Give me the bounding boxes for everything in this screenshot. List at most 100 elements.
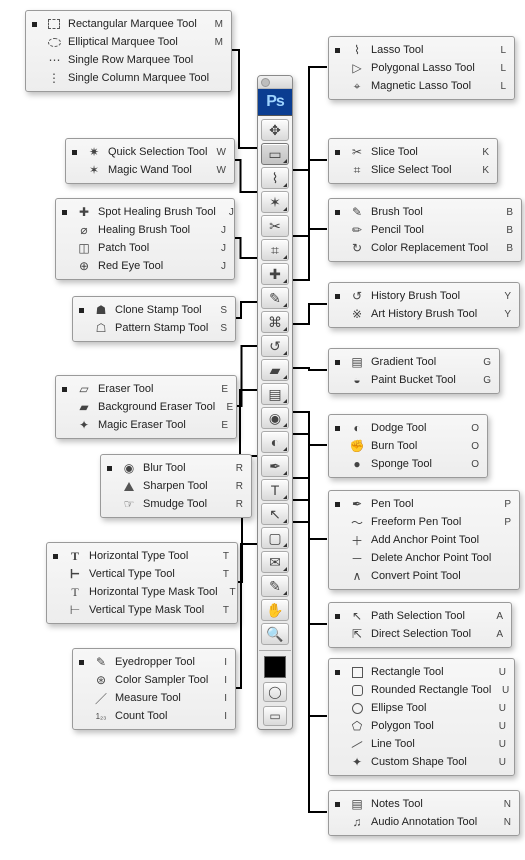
tool-item[interactable]: ◫Patch ToolJ [60, 239, 228, 257]
flyout-blur: ◉Blur ToolRSharpen ToolR☞Smudge ToolR [100, 454, 252, 518]
flyout-gradient: ▤Gradient ToolG◒Paint Bucket ToolG [328, 348, 500, 394]
tool-item[interactable]: ✚Spot Healing Brush ToolJ [60, 203, 228, 221]
tool-item[interactable]: ☞Smudge ToolR [105, 495, 245, 513]
tool-item[interactable]: ✦Magic Eraser ToolE [60, 416, 230, 434]
tool-item[interactable]: ⋯Single Row Marquee Tool [30, 51, 225, 69]
tool-item[interactable]: ～Freeform Pen ToolP [333, 513, 513, 531]
tool-item[interactable]: Ellipse ToolU [333, 699, 508, 717]
toolbar-pen-button[interactable]: ✒ [261, 455, 289, 477]
flyout-indicator-icon [283, 279, 287, 283]
tool-item[interactable]: ⬠Polygon ToolU [333, 717, 508, 735]
tool-item[interactable]: THorizontal Type ToolT [51, 547, 231, 565]
tool-item[interactable]: ✷Quick Selection ToolW [70, 143, 228, 161]
tool-item[interactable]: ◒Paint Bucket ToolG [333, 371, 493, 389]
flyout-pen: ✒Pen ToolP～Freeform Pen ToolP＋Add Anchor… [328, 490, 520, 590]
tool-item[interactable]: ⊢Vertical Type Mask ToolT [51, 601, 231, 619]
tool-item[interactable]: ／Measure ToolI [77, 689, 229, 707]
tool-item[interactable]: ●Sponge ToolO [333, 455, 481, 473]
tool-item[interactable]: ＋Add Anchor Point Tool [333, 531, 513, 549]
tool-item[interactable]: Rounded Rectangle ToolU [333, 681, 508, 699]
tool-item[interactable]: ▤Notes ToolN [333, 795, 513, 813]
tool-shortcut-label: G [477, 375, 491, 386]
toolbar-lasso-button[interactable]: ⌇ [261, 167, 289, 189]
toolbar-eyedrop-button[interactable]: ✎ [261, 575, 289, 597]
tool-item[interactable]: ✶Magic Wand ToolW [70, 161, 228, 179]
tool-item[interactable]: ∧Convert Point Tool [333, 567, 513, 585]
toolbar-stamp-button[interactable]: ⌘ [261, 311, 289, 333]
tool-name-label: Clone Stamp Tool [115, 304, 209, 316]
toolbar-hand-button[interactable]: ✋ [261, 599, 289, 621]
toolbar-gradient-button[interactable]: ▤ [261, 383, 289, 405]
tool-item[interactable]: ☖Pattern Stamp ToolS [77, 319, 229, 337]
toolbar-type-button[interactable]: T [261, 479, 289, 501]
tool-item[interactable]: ⌖Magnetic Lasso ToolL [333, 77, 508, 95]
tool-item[interactable]: ▷Polygonal Lasso ToolL [333, 59, 508, 77]
tool-item[interactable]: ◉Blur ToolR [105, 459, 245, 477]
tool-item[interactable]: ⌀Healing Brush ToolJ [60, 221, 228, 239]
tool-item[interactable]: ※Art History Brush ToolY [333, 305, 513, 323]
tool-item[interactable]: ✎Eyedropper ToolI [77, 653, 229, 671]
tool-item[interactable]: ⊢Vertical Type ToolT [51, 565, 231, 583]
toolbar-marquee-button[interactable]: ▭ [261, 143, 289, 165]
tool-item[interactable]: Line ToolU [333, 735, 508, 753]
type-T-icon: T [67, 548, 83, 564]
toolbar-quicksel-button[interactable]: ✶ [261, 191, 289, 213]
tool-item[interactable]: ☗Clone Stamp ToolS [77, 301, 229, 319]
toolbar-titlebar [258, 76, 292, 89]
tool-item[interactable]: ▤Gradient ToolG [333, 353, 493, 371]
toolbar-shape-button[interactable]: ▢ [261, 527, 289, 549]
toolbar-hist-button[interactable]: ↺ [261, 335, 289, 357]
tool-item[interactable]: Rectangle ToolU [333, 663, 508, 681]
quick-mask-button[interactable]: ◯ [263, 682, 287, 702]
tool-item[interactable]: ✊Burn ToolO [333, 437, 481, 455]
tool-item[interactable]: ⌇Lasso ToolL [333, 41, 508, 59]
tool-item[interactable]: ⇱Direct Selection ToolA [333, 625, 505, 643]
tool-name-label: Rectangular Marquee Tool [68, 18, 205, 30]
tool-item[interactable]: ✏Pencil ToolB [333, 221, 515, 239]
tool-item[interactable]: Sharpen ToolR [105, 477, 245, 495]
tool-shortcut-label: O [465, 441, 479, 452]
tool-item[interactable]: ↖Path Selection ToolA [333, 607, 505, 625]
tool-item[interactable]: ⋮Single Column Marquee Tool [30, 69, 225, 87]
tool-item[interactable]: ↺History Brush ToolY [333, 287, 513, 305]
flyout-indicator-icon [283, 207, 287, 211]
tool-item[interactable]: Elliptical Marquee ToolM [30, 33, 225, 51]
tool-item[interactable]: ✒Pen ToolP [333, 495, 513, 513]
type-Tvm-icon: ⊢ [67, 602, 83, 618]
tool-item[interactable]: ▰Background Eraser ToolE [60, 398, 230, 416]
tool-item[interactable]: ↻Color Replacement ToolB [333, 239, 515, 257]
flyout-heal: ✚Spot Healing Brush ToolJ⌀Healing Brush … [55, 198, 235, 280]
tool-item[interactable]: Rectangular Marquee ToolM [30, 15, 225, 33]
screen-mode-button[interactable]: ▭ [263, 706, 287, 726]
toolbar-move-button[interactable]: ✥ [261, 119, 289, 141]
toolbar-crop-button[interactable]: ✂ [261, 215, 289, 237]
tool-item[interactable]: THorizontal Type Mask ToolT [51, 583, 231, 601]
toolbar-blur-button[interactable]: ◉ [261, 407, 289, 429]
toolbar-heal-button[interactable]: ✚ [261, 263, 289, 285]
toolbar-eraser-button[interactable]: ▰ [261, 359, 289, 381]
close-icon[interactable] [261, 78, 270, 87]
toolbar-pathsel-button[interactable]: ↖ [261, 503, 289, 525]
tool-shortcut-label: G [477, 357, 491, 368]
toolbar-notes-button[interactable]: ✉ [261, 551, 289, 573]
toolbar-slice-button[interactable]: ⌗ [261, 239, 289, 261]
tool-item[interactable]: －Delete Anchor Point Tool [333, 549, 513, 567]
toolbar-zoom-button[interactable]: 🔍 [261, 623, 289, 645]
tool-name-label: Color Replacement Tool [371, 242, 495, 254]
tool-shortcut-label: R [229, 499, 243, 510]
tool-item[interactable]: ⊕Red Eye ToolJ [60, 257, 228, 275]
tool-item[interactable]: ⌗Slice Select ToolK [333, 161, 491, 179]
tool-item[interactable]: ◐Dodge ToolO [333, 419, 481, 437]
tool-item[interactable]: ✎Brush ToolB [333, 203, 515, 221]
tool-item[interactable]: 1₂₃Count ToolI [77, 707, 229, 725]
toolbar-dodge-button[interactable]: ◐ [261, 431, 289, 453]
tool-item[interactable]: ♫Audio Annotation ToolN [333, 813, 513, 831]
foreground-color-swatch[interactable] [264, 656, 286, 678]
tool-item[interactable]: ▱Eraser ToolE [60, 380, 230, 398]
tool-name-label: Line Tool [371, 738, 488, 750]
pen-penp-icon: ＋ [349, 532, 365, 548]
tool-item[interactable]: ✂Slice ToolK [333, 143, 491, 161]
tool-item[interactable]: ✦Custom Shape ToolU [333, 753, 508, 771]
tool-item[interactable]: ⊛Color Sampler ToolI [77, 671, 229, 689]
toolbar-brush-button[interactable]: ✎ [261, 287, 289, 309]
